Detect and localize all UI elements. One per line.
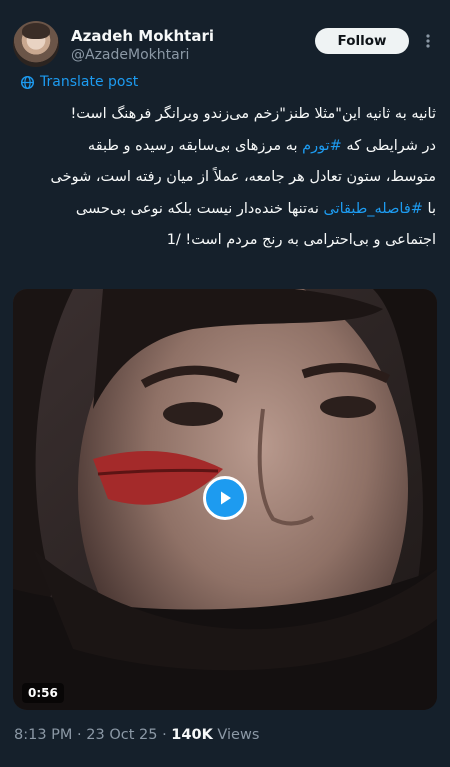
- hashtag-link[interactable]: #تورم: [302, 138, 342, 154]
- globe-icon: [20, 75, 35, 89]
- play-icon: [221, 491, 231, 505]
- translate-post-link[interactable]: Translate post: [20, 74, 138, 90]
- avatar[interactable]: [13, 21, 59, 67]
- tweet-line: ثانیه به ثانیه این"مثلا طنز"زخم می‌زندو …: [70, 106, 436, 122]
- author-handle[interactable]: @AzadeMokhtari: [71, 47, 189, 63]
- more-icon[interactable]: [418, 31, 438, 51]
- post-date[interactable]: 23 Oct 25: [86, 727, 157, 743]
- tweet-line: اجتماعی و بی‌احترامی به رنج مردم است! /1: [166, 232, 436, 248]
- post-time[interactable]: 8:13 PM: [14, 727, 72, 743]
- hashtag-link[interactable]: #فاصله_طبقاتی: [323, 201, 422, 217]
- meta-separator: ·: [157, 727, 172, 743]
- tweet-line: در شرایطی که #تورم به مرزهای بی‌سابقه رس…: [87, 137, 436, 154]
- tweet-line: با #فاصله_طبقاتی نه‌تنها خنده‌دار نیست ب…: [75, 200, 436, 217]
- meta-separator: ·: [72, 727, 87, 743]
- tweet-text: ثانیه به ثانیه این"مثلا طنز"زخم می‌زندو …: [12, 99, 436, 257]
- video-duration: 0:56: [22, 683, 64, 703]
- tweet-line: متوسط، ستون تعادل هر جامعه، عملاً از میا…: [50, 169, 436, 185]
- author-name[interactable]: Azadeh Mokhtari: [71, 27, 214, 45]
- post-meta: 8:13 PM · 23 Oct 25 · 140K Views: [14, 727, 259, 743]
- views-label: Views: [212, 727, 260, 743]
- translate-label: Translate post: [40, 74, 139, 90]
- views-count[interactable]: 140K: [171, 727, 213, 743]
- play-button[interactable]: [203, 476, 247, 520]
- follow-button[interactable]: Follow: [315, 28, 409, 54]
